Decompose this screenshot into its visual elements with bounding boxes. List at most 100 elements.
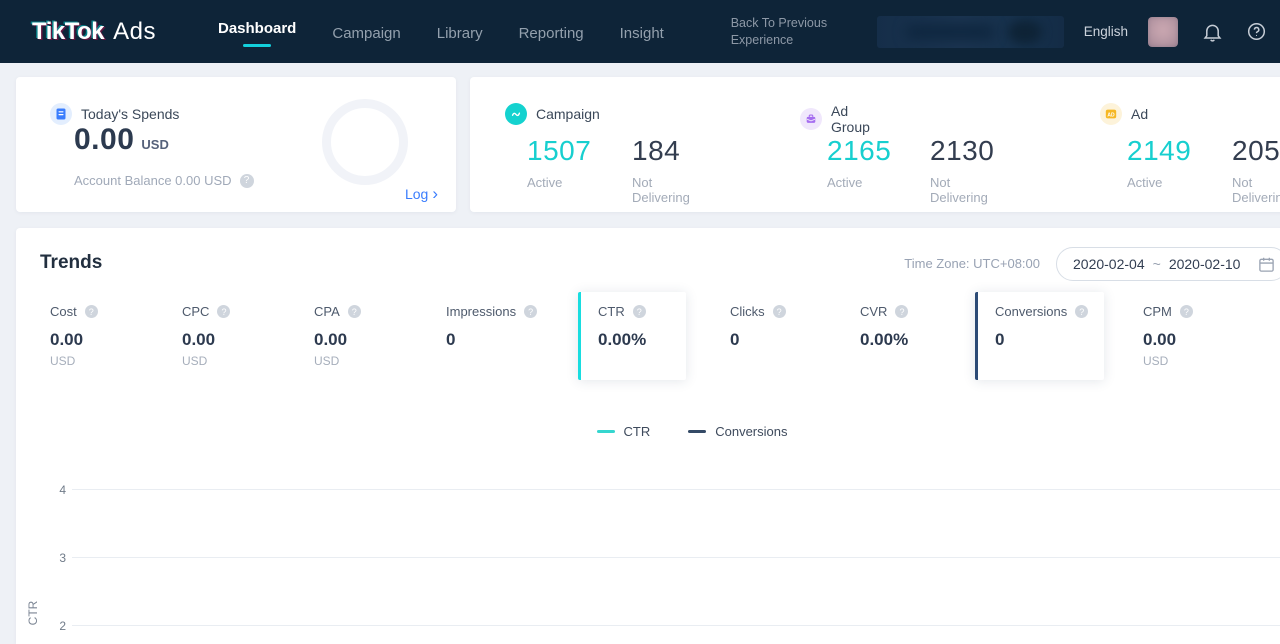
trends-panel: Trends Time Zone: UTC+08:00 2020-02-04 ~…: [16, 228, 1280, 644]
ad-group-active-count[interactable]: 2165: [827, 135, 891, 167]
ad-group-not-delivering-count[interactable]: 2130: [930, 135, 994, 167]
legend-label: CTR: [624, 424, 651, 439]
notifications-bell-icon[interactable]: [1202, 22, 1222, 42]
logo-tiktok-text: TikTok: [32, 18, 104, 46]
top-navbar: TikTok Ads Dashboard Campaign Library Re…: [0, 0, 1280, 63]
metric-unit: [446, 354, 537, 368]
account-selector-redacted[interactable]: [877, 16, 1064, 48]
legend-swatch-conversions: [688, 430, 706, 433]
nav-tab-label: Campaign: [332, 25, 400, 42]
timezone-label: Time Zone: UTC+08:00: [904, 256, 1040, 271]
help-icon[interactable]: ?: [85, 305, 98, 318]
metric-label: CPM: [1143, 304, 1172, 319]
not-delivering-label: Not Delivering: [930, 175, 994, 205]
ad-active-count[interactable]: 2149: [1127, 135, 1191, 167]
help-icon[interactable]: ?: [895, 305, 908, 318]
spend-donut-chart-empty: [322, 99, 408, 185]
date-separator: ~: [1153, 256, 1161, 272]
spend-amount: 0.00: [74, 123, 134, 157]
language-selector[interactable]: English: [1084, 24, 1128, 39]
main-nav: Dashboard Campaign Library Reporting Ins…: [218, 0, 664, 63]
log-link[interactable]: Log ›: [405, 186, 438, 202]
logo-ads-text: Ads: [113, 18, 156, 46]
gridline: 3: [72, 557, 1280, 558]
nav-tab-insight[interactable]: Insight: [620, 21, 664, 42]
ad-group-icon: [800, 108, 822, 130]
metric-label: CPA: [314, 304, 340, 319]
metric-value: 0.00%: [860, 330, 932, 350]
tiktok-ads-logo[interactable]: TikTok Ads: [32, 18, 156, 46]
y-tick: 3: [48, 551, 66, 565]
back-to-previous-link[interactable]: Back To Previous Experience: [731, 15, 837, 49]
help-question-icon[interactable]: [1246, 22, 1266, 42]
metric-label: Impressions: [446, 304, 516, 319]
legend-swatch-ctr: [597, 430, 615, 433]
metric-value: 0: [730, 330, 802, 350]
metric-cvr[interactable]: CVR? 0.00%: [840, 292, 948, 380]
metric-cost[interactable]: Cost? 0.00 USD: [30, 292, 138, 380]
avatar[interactable]: [1148, 17, 1178, 47]
not-delivering-label: Not Delivering: [632, 175, 690, 205]
metric-value: 0.00%: [598, 330, 670, 350]
legend-item-ctr[interactable]: CTR: [597, 424, 651, 439]
date-end: 2020-02-10: [1169, 256, 1241, 272]
nav-tab-library[interactable]: Library: [437, 21, 483, 42]
nav-tab-reporting[interactable]: Reporting: [519, 21, 584, 42]
nav-tab-dashboard[interactable]: Dashboard: [218, 16, 296, 47]
help-icon[interactable]: ?: [348, 305, 361, 318]
nav-tab-label: Insight: [620, 25, 664, 42]
active-label: Active: [1127, 175, 1191, 190]
spend-currency: USD: [141, 137, 168, 152]
avatar-image-blurred: [1148, 17, 1178, 47]
date-start: 2020-02-04: [1073, 256, 1145, 272]
metric-impressions[interactable]: Impressions? 0: [426, 292, 553, 380]
metric-conversions-selected[interactable]: Conversions? 0: [975, 292, 1104, 380]
metric-unit: USD: [1143, 354, 1215, 368]
spends-card-title: Today's Spends: [81, 106, 179, 122]
metric-value: 0.00: [1143, 330, 1215, 350]
help-icon[interactable]: ?: [633, 305, 646, 318]
metric-value: 0.00: [314, 330, 386, 350]
y-tick: 2: [48, 619, 66, 633]
metric-cpa[interactable]: CPA? 0.00 USD: [294, 292, 402, 380]
gridline: 2: [72, 625, 1280, 626]
ad-icon: AD: [1100, 103, 1122, 125]
metric-cpm[interactable]: CPM? 0.00 USD: [1123, 292, 1231, 380]
help-icon[interactable]: ?: [1075, 305, 1088, 318]
legend-label: Conversions: [715, 424, 787, 439]
date-range-picker[interactable]: 2020-02-04 ~ 2020-02-10: [1056, 247, 1280, 281]
help-icon[interactable]: ?: [240, 174, 254, 188]
metric-ctr-selected[interactable]: CTR? 0.00%: [578, 292, 686, 380]
metric-unit: [598, 354, 670, 368]
calendar-icon: [1258, 256, 1275, 273]
metric-unit: [995, 354, 1088, 368]
stats-group-title: Ad: [1131, 106, 1148, 122]
ad-not-delivering-count[interactable]: 2051: [1232, 135, 1280, 167]
help-icon[interactable]: ?: [217, 305, 230, 318]
y-axis-label: CTR: [26, 598, 40, 628]
metric-label: Cost: [50, 304, 77, 319]
not-delivering-label: Not Delivering: [1232, 175, 1280, 205]
navbar-right-cluster: Back To Previous Experience English: [731, 15, 1266, 49]
metric-label: CTR: [598, 304, 625, 319]
metric-clicks[interactable]: Clicks? 0: [710, 292, 818, 380]
active-tab-underline: [243, 44, 271, 47]
campaign-active-count[interactable]: 1507: [527, 135, 591, 167]
help-icon[interactable]: ?: [1180, 305, 1193, 318]
help-icon[interactable]: ?: [524, 305, 537, 318]
todays-spends-card: Today's Spends 0.00 USD Account Balance …: [16, 77, 456, 212]
help-icon[interactable]: ?: [773, 305, 786, 318]
active-label: Active: [827, 175, 891, 190]
nav-tab-label: Reporting: [519, 25, 584, 42]
legend-item-conversions[interactable]: Conversions: [688, 424, 787, 439]
nav-tab-campaign[interactable]: Campaign: [332, 21, 400, 42]
campaign-not-delivering-count[interactable]: 184: [632, 135, 690, 167]
metric-unit: USD: [182, 354, 254, 368]
gridline: 4: [72, 489, 1280, 490]
metric-label: CPC: [182, 304, 209, 319]
account-balance-label: Account Balance 0.00 USD: [74, 173, 232, 188]
trends-chart: CTR 4 3 2: [16, 458, 1280, 644]
log-link-label: Log: [405, 186, 428, 202]
metric-cpc[interactable]: CPC? 0.00 USD: [162, 292, 270, 380]
campaign-icon: [505, 103, 527, 125]
